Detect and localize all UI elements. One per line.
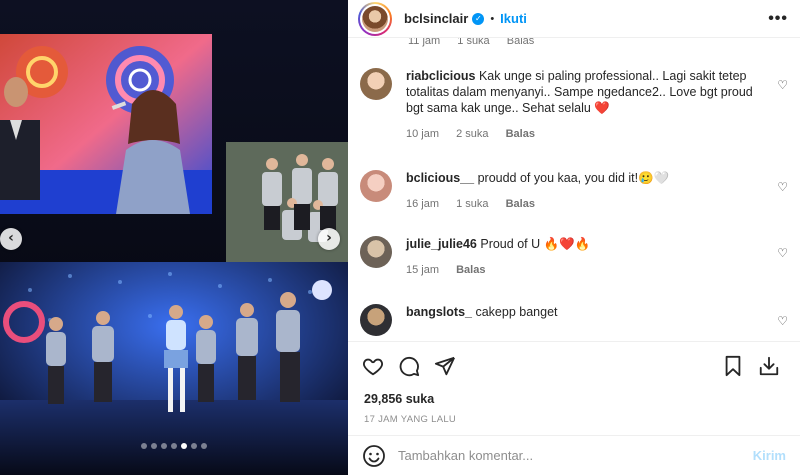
- comment-text-block: julie_julie46 Proud of U 🔥❤️🔥: [406, 236, 768, 252]
- commenter-username[interactable]: julie_julie46: [406, 237, 477, 251]
- comment-text: Proud of U 🔥❤️🔥: [480, 237, 591, 251]
- comment-body: bclicious__ proudd of you kaa, you did i…: [406, 170, 788, 210]
- comment-button[interactable]: [394, 351, 424, 381]
- comment-item: bangslots_ cakepp banget ♡: [360, 304, 788, 336]
- post-side-panel: bclsinclair ✓ • Ikuti ••• 11 jam 1 suka …: [348, 0, 800, 475]
- like-button[interactable]: [358, 351, 388, 381]
- carousel-next-button[interactable]: ›: [318, 228, 340, 250]
- comment-likes[interactable]: 1 suka: [456, 198, 488, 210]
- emoji-icon[interactable]: [362, 444, 386, 468]
- comment-text: cakepp banget: [475, 305, 558, 319]
- comment-body: julie_julie46 Proud of U 🔥❤️🔥 15 jam Bal…: [406, 236, 788, 276]
- send-icon: [434, 356, 455, 375]
- instagram-post: ‹ › bclsinclair ✓ • Ikuti ••• 11 jam 1 s…: [0, 0, 800, 475]
- comment-item: riabclicious Kak unge si paling professi…: [360, 68, 788, 140]
- commenter-avatar[interactable]: [360, 236, 392, 268]
- commenter-username[interactable]: riabclicious: [406, 69, 475, 83]
- action-bar: [348, 341, 800, 389]
- reply-button[interactable]: Balas: [507, 38, 535, 47]
- likes-count[interactable]: 29,856 suka: [348, 389, 800, 409]
- carousel-dot: [171, 443, 177, 449]
- comment-text-block: bangslots_ cakepp banget: [406, 304, 768, 320]
- commenter-avatar[interactable]: [360, 170, 392, 202]
- carousel-dot: [161, 443, 167, 449]
- post-header: bclsinclair ✓ • Ikuti •••: [348, 0, 800, 38]
- share-button[interactable]: [430, 351, 460, 381]
- comment-text-block: riabclicious Kak unge si paling professi…: [406, 68, 768, 116]
- carousel-dot-active: [181, 443, 187, 449]
- comment-time: 11 jam: [408, 38, 441, 47]
- comment-input[interactable]: [398, 448, 753, 463]
- save-button[interactable]: [718, 351, 748, 381]
- comments-list[interactable]: 11 jam 1 suka Balas riabclicious Kak ung…: [348, 38, 800, 341]
- comment-time: 10 jam: [406, 128, 440, 140]
- carousel-indicator: [0, 443, 348, 449]
- like-comment-heart-icon[interactable]: ♡: [777, 314, 788, 328]
- comment-item: bclicious__ proudd of you kaa, you did i…: [360, 170, 788, 210]
- bookmark-icon: [725, 355, 741, 376]
- post-media[interactable]: ‹ ›: [0, 0, 348, 475]
- download-icon: [759, 356, 779, 375]
- post-comment-button[interactable]: Kirim: [753, 448, 786, 463]
- like-comment-heart-icon[interactable]: ♡: [777, 180, 788, 194]
- author-username[interactable]: bclsinclair: [404, 11, 468, 26]
- previous-comment-meta: 11 jam 1 suka Balas: [408, 38, 548, 47]
- comment-icon: [399, 356, 420, 376]
- comment-body: bangslots_ cakepp banget: [406, 304, 788, 336]
- comment-time: 15 jam: [406, 264, 440, 276]
- collage-photo: [0, 0, 348, 475]
- reply-button[interactable]: Balas: [506, 198, 535, 210]
- carousel-prev-button[interactable]: ‹: [0, 228, 22, 250]
- comment-time: 16 jam: [406, 198, 440, 210]
- avatar-inner: [360, 3, 390, 34]
- comment-meta: 15 jam Balas: [406, 264, 768, 276]
- comment-likes[interactable]: 1 suka: [457, 38, 489, 47]
- header-separator: •: [490, 12, 495, 25]
- download-button[interactable]: [754, 351, 784, 381]
- follow-button[interactable]: Ikuti: [500, 11, 527, 26]
- comment-meta: 10 jam 2 suka Balas: [406, 128, 768, 140]
- more-options-icon[interactable]: •••: [768, 10, 788, 28]
- carousel-dot: [141, 443, 147, 449]
- post-timestamp: 17 JAM YANG LALU: [364, 414, 457, 425]
- avatar-image: [362, 5, 388, 32]
- author-avatar[interactable]: [358, 1, 392, 36]
- comment-likes[interactable]: 2 suka: [456, 128, 488, 140]
- reply-button[interactable]: Balas: [506, 128, 535, 140]
- comment-body: riabclicious Kak unge si paling professi…: [406, 68, 788, 140]
- commenter-avatar[interactable]: [360, 68, 392, 100]
- like-comment-heart-icon[interactable]: ♡: [777, 246, 788, 260]
- carousel-dot: [201, 443, 207, 449]
- commenter-username[interactable]: bangslots_: [406, 305, 472, 319]
- commenter-avatar[interactable]: [360, 304, 392, 336]
- heart-icon: [363, 358, 383, 375]
- carousel-dot: [191, 443, 197, 449]
- reply-button[interactable]: Balas: [456, 264, 485, 276]
- add-comment-bar: Kirim: [348, 435, 800, 475]
- verified-badge-icon: ✓: [472, 12, 485, 25]
- comment-text-block: bclicious__ proudd of you kaa, you did i…: [406, 170, 768, 186]
- comment-meta: 16 jam 1 suka Balas: [406, 198, 768, 210]
- comment-text: proudd of you kaa, you did it!🥲🤍: [477, 171, 670, 185]
- comment-item: julie_julie46 Proud of U 🔥❤️🔥 15 jam Bal…: [360, 236, 788, 276]
- like-comment-heart-icon[interactable]: ♡: [777, 78, 788, 92]
- carousel-dot: [151, 443, 157, 449]
- commenter-username[interactable]: bclicious__: [406, 171, 474, 185]
